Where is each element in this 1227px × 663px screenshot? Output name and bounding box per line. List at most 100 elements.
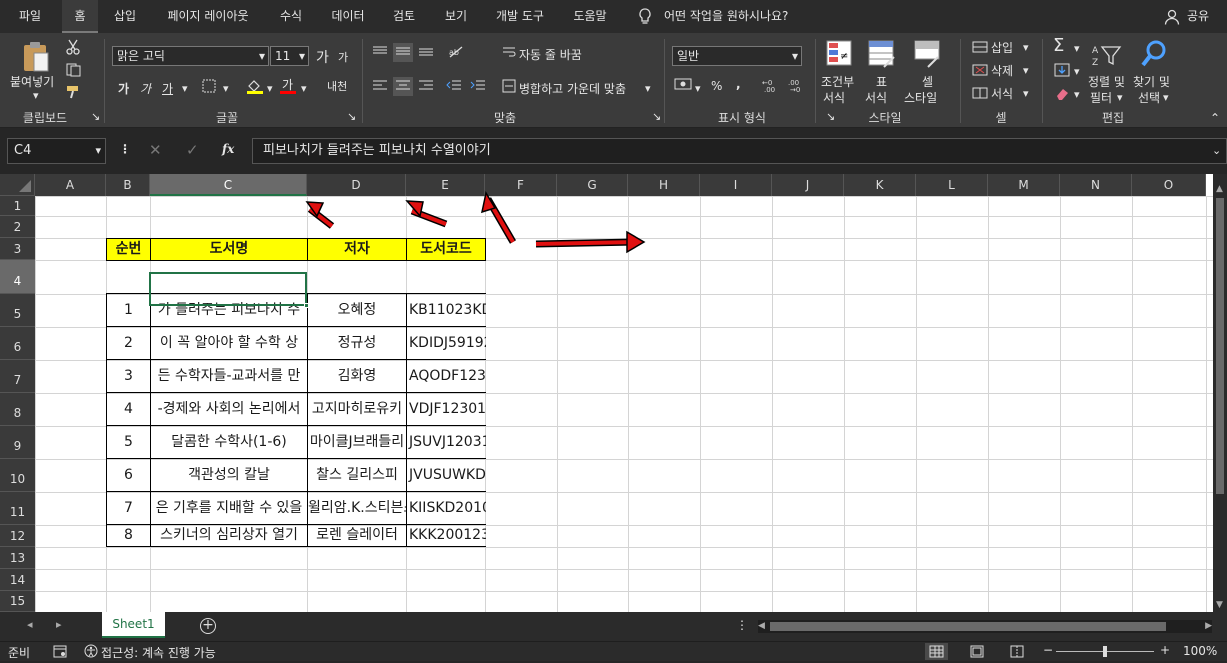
scroll-down-icon[interactable]: ▼ [1216,600,1223,610]
next-sheet-icon[interactable]: ▸ [56,618,62,631]
row-header[interactable]: 12 [0,525,35,547]
cell-styles-label1[interactable]: 셀 [922,73,933,90]
format-as-table-label1[interactable]: 표 [876,73,887,90]
italic-button[interactable]: 가 [140,80,151,97]
row-header[interactable]: 4 [0,260,35,294]
conditional-formatting-label1[interactable]: 조건부 [821,73,854,90]
align-middle-icon[interactable] [393,43,413,62]
sort-filter-label1[interactable]: 정렬 및 [1088,73,1125,90]
select-all-corner[interactable] [0,174,35,196]
table-cell[interactable]: 1 [106,293,151,327]
phonetic-button[interactable]: 내천 [327,78,347,94]
name-box[interactable]: C4 ▾ [7,138,106,164]
scroll-up-icon[interactable]: ▲ [1216,184,1223,194]
formula-input[interactable]: 피보나치가 들려주는 피보나치 수열이야기 [252,138,1227,164]
table-header-cell[interactable]: 도서명 [150,238,308,261]
paste-icon[interactable] [22,41,50,76]
tell-me-search[interactable]: 어떤 작업을 원하시나요? [664,0,804,33]
delete-dropdown-arrow[interactable]: ▾ [1023,64,1029,77]
table-cell[interactable]: KDIDJ5919231D [406,326,486,360]
page-layout-view-icon[interactable] [970,645,984,661]
clear-icon[interactable] [1054,86,1070,103]
row-header[interactable]: 10 [0,459,35,492]
table-cell[interactable]: 마이클J브래들리 [307,425,407,459]
table-header-cell[interactable]: 순번 [106,238,151,261]
normal-view-button[interactable] [925,643,948,660]
column-header[interactable]: M [988,174,1060,196]
table-cell[interactable]: 김화영 [307,359,407,393]
percent-button[interactable]: % [711,79,722,93]
paste-dropdown-arrow[interactable]: ▾ [33,89,39,102]
table-cell[interactable]: 스키너의 심리상자 열기 [150,524,308,547]
zoom-slider-thumb[interactable] [1103,646,1107,657]
zoom-out-button[interactable]: − [1043,643,1053,657]
clear-dropdown-arrow[interactable]: ▾ [1074,88,1080,101]
column-header[interactable]: B [106,174,150,196]
row-header[interactable]: 7 [0,360,35,393]
table-cell[interactable]: 오혜정 [307,293,407,327]
number-format-select[interactable]: 일반 ▾ [672,46,802,66]
table-cell[interactable]: KIISKD20101 [406,491,486,525]
format-as-table-icon[interactable] [868,39,896,72]
copy-icon[interactable] [66,63,84,80]
row-header[interactable]: 9 [0,426,35,459]
scroll-right-icon[interactable]: ▶ [1205,620,1212,633]
wrap-text-icon[interactable] [502,45,516,62]
table-cell[interactable]: 든 수학자들-교과서를 만 [150,359,308,393]
sort-filter-dropdown-arrow[interactable]: ▾ [1117,91,1123,104]
tab-formulas[interactable]: 수식 [268,0,314,33]
align-center-icon[interactable] [393,77,413,96]
table-cell[interactable]: 정규성 [307,326,407,360]
underline-button[interactable]: 가 [162,80,173,97]
orientation-icon[interactable]: ab [448,45,468,62]
increase-indent-icon[interactable] [470,79,486,94]
decrease-indent-icon[interactable] [446,79,462,94]
align-left-icon[interactable] [372,79,388,94]
share-button[interactable]: 공유 [1184,0,1212,33]
table-cell[interactable]: 2 [106,326,151,360]
zoom-level[interactable]: 100% [1183,644,1217,658]
clipboard-launcher-icon[interactable]: ↘ [91,110,100,123]
row-header[interactable]: 6 [0,327,35,360]
horizontal-scrollbar[interactable]: ◀ ▶ [758,620,1212,633]
font-size-select[interactable]: 11 ▾ [270,46,309,66]
table-cell[interactable]: 이 꼭 알아야 할 수학 상 [150,326,308,360]
increase-decimal-icon[interactable]: ←0.00 [762,77,780,96]
decrease-decimal-icon[interactable]: .00 →0 [788,77,806,96]
column-header[interactable]: C [150,174,307,196]
comma-button[interactable]: , [736,77,741,91]
sort-filter-icon[interactable]: AZ [1092,41,1122,72]
font-launcher-icon[interactable]: ↘ [347,110,356,123]
column-header[interactable]: A [35,174,106,196]
insert-cells-button[interactable]: 삽입 [991,39,1013,56]
row-header[interactable]: 8 [0,393,35,426]
table-cell[interactable]: 달콤한 수학사(1-6) [150,425,308,459]
table-cell[interactable]: 4 [106,392,151,426]
delete-cells-button[interactable]: 삭제 [991,62,1013,79]
column-header[interactable]: N [1060,174,1132,196]
fill-dropdown-arrow[interactable]: ▾ [1074,65,1080,78]
borders-icon[interactable] [202,79,216,96]
table-cell[interactable]: AQODF1233312 [406,359,486,393]
align-right-icon[interactable] [418,79,434,94]
find-select-dropdown-arrow[interactable]: ▾ [1163,91,1169,104]
table-cell[interactable]: JSUVJ1203123 [406,425,486,459]
accessibility-status[interactable]: 접근성: 계속 진행 가능 [101,644,216,661]
vertical-scroll-thumb[interactable] [1216,198,1224,494]
autosum-icon[interactable]: Σ [1053,35,1064,56]
tab-insert[interactable]: 삽입 [104,0,146,33]
insert-cells-icon[interactable] [972,41,988,56]
merge-center-button[interactable]: 병합하고 가운데 맞춤 [519,80,626,97]
fill-color-dropdown-arrow[interactable]: ▾ [267,82,273,95]
grow-font-button[interactable]: 가 [316,47,329,67]
row-header[interactable]: 2 [0,216,35,238]
row-header[interactable]: 14 [0,569,35,591]
tab-file[interactable]: 파일 [0,0,60,33]
table-cell[interactable]: 3 [106,359,151,393]
table-cell[interactable]: 찰스 길리스피 [307,458,407,492]
table-cell[interactable]: 6 [106,458,151,492]
align-top-icon[interactable] [372,45,388,60]
bold-button[interactable]: 가 [118,80,129,97]
font-color-dropdown-arrow[interactable]: ▾ [301,82,307,95]
row-header[interactable]: 13 [0,547,35,569]
